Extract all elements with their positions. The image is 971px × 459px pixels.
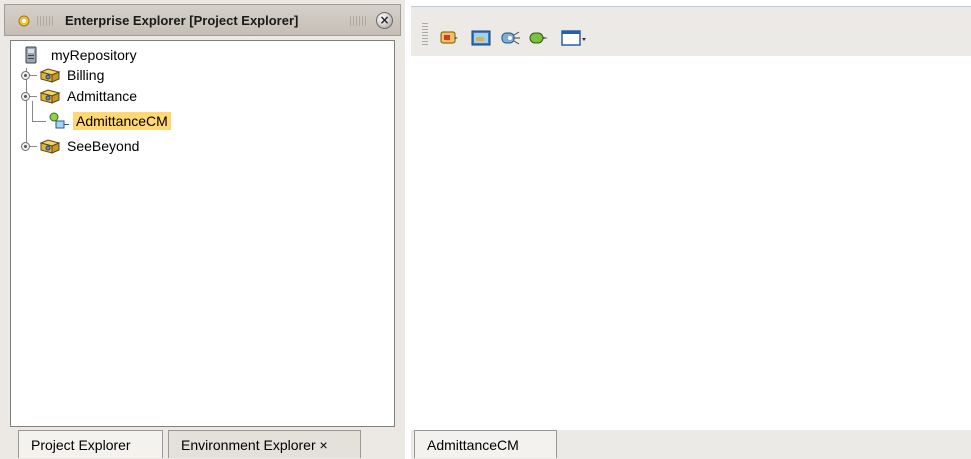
tree-node-label: myRepository [51, 47, 137, 63]
close-icon[interactable]: × [376, 12, 393, 29]
tab-environment-explorer[interactable]: Environment Explorer × [168, 430, 361, 458]
tree-guide-line [32, 121, 46, 122]
add-collaboration-icon[interactable] [529, 29, 549, 47]
add-service-icon[interactable] [439, 29, 459, 47]
tree-node-billing[interactable]: Billing [39, 65, 104, 85]
tree-guide-line [32, 101, 33, 121]
explorer-title-bar[interactable]: Enterprise Explorer [Project Explorer] × [4, 4, 401, 36]
enterprise-explorer-panel: Enterprise Explorer [Project Explorer] ×… [0, 0, 405, 459]
expand-toggle-icon[interactable] [21, 142, 30, 151]
connectivity-map-icon [49, 112, 69, 129]
explorer-tab-bar: Project Explorer Environment Explorer × [8, 430, 405, 459]
tree-guide-line [30, 75, 37, 76]
tree-node-label: Admittance [67, 88, 138, 104]
repository-icon [25, 46, 37, 64]
tree-node-admittancecm[interactable]: AdmittanceCM [47, 111, 171, 131]
tab-admittancecm[interactable]: AdmittanceCM [414, 430, 557, 458]
project-icon [39, 68, 61, 83]
explorer-title: Enterprise Explorer [Project Explorer] [65, 13, 299, 28]
add-web-service-icon[interactable] [501, 29, 521, 47]
editor-tab-bar: AdmittanceCM [411, 430, 971, 459]
connectivity-map-editor: AdmittanceCM [411, 0, 971, 459]
tree-node-label: SeeBeyond [67, 138, 140, 154]
tree-node-myrepository[interactable]: myRepository [25, 45, 137, 65]
project-icon [39, 139, 61, 154]
tab-label: Project Explorer [31, 437, 131, 453]
tab-project-explorer[interactable]: Project Explorer [18, 430, 163, 458]
tree-node-seebeyond[interactable]: SeeBeyond [39, 136, 139, 156]
add-external-application-icon[interactable] [471, 29, 491, 47]
title-grip [350, 16, 366, 26]
project-icon [39, 89, 61, 104]
tree-node-admittance[interactable]: Admittance [39, 86, 137, 106]
tab-label: Environment Explorer × [181, 437, 328, 453]
window-dropdown-icon[interactable] [561, 29, 587, 47]
expand-toggle-icon[interactable] [21, 92, 30, 101]
expand-toggle-icon[interactable] [21, 71, 30, 80]
tree-guide-line [30, 96, 37, 97]
toolbar-grip[interactable] [422, 23, 428, 47]
tree-guide-line [30, 146, 37, 147]
explorer-window-icon [18, 15, 30, 27]
tree-node-label: AdmittanceCM [73, 112, 171, 130]
tab-label: AdmittanceCM [427, 437, 519, 453]
title-grip [37, 16, 53, 26]
tree-node-label: Billing [67, 67, 105, 83]
project-tree[interactable]: myRepository Billing Admittance Admittan… [10, 40, 395, 427]
editor-toolbar [411, 6, 971, 56]
